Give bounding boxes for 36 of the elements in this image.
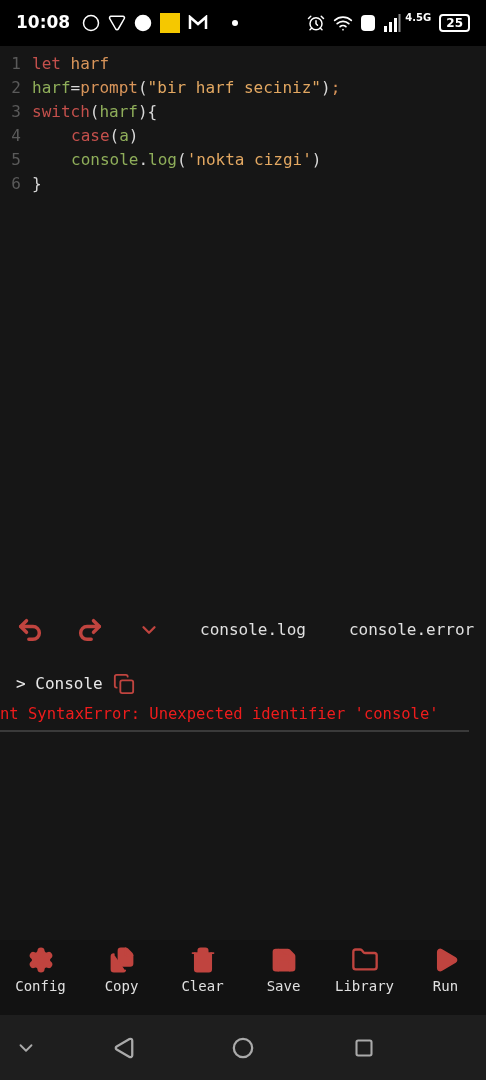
- code-line: let harf: [32, 53, 110, 75]
- undo-icon[interactable]: [16, 616, 44, 644]
- redo-icon[interactable]: [76, 616, 104, 644]
- snippet-button[interactable]: console.log: [200, 618, 306, 642]
- toolbar-button[interactable]: Library: [324, 946, 405, 997]
- code-line: }: [32, 173, 42, 195]
- back-icon[interactable]: [113, 1036, 135, 1059]
- signal-icon: [383, 14, 402, 32]
- line-number: 2: [10, 77, 22, 99]
- error-message: nt SyntaxError: Unexpected identifier 'console': [0, 705, 439, 723]
- toolbar-button[interactable]: Copy: [81, 946, 162, 997]
- line-number: 1: [10, 53, 22, 75]
- code-line: console.log('nokta cizgi'): [70, 149, 322, 171]
- toolbar-button[interactable]: Config: [0, 946, 81, 997]
- network-type: 4.5G: [405, 10, 432, 25]
- toolbar-button[interactable]: Run: [405, 946, 486, 997]
- copy-icon[interactable]: [112, 673, 135, 695]
- console-title: > Console: [16, 673, 103, 695]
- line-number: 3: [10, 101, 22, 123]
- line-number: 4: [10, 125, 22, 147]
- code-line: case(a): [70, 125, 139, 147]
- home-icon[interactable]: [232, 1036, 254, 1059]
- clock-time: 10:08: [16, 11, 71, 35]
- recents-icon[interactable]: [354, 1037, 374, 1058]
- battery-level: 25: [439, 14, 470, 32]
- line-number: 6: [10, 173, 22, 195]
- folder-icon: [350, 946, 379, 974]
- snippet-button[interactable]: console.error: [348, 618, 475, 642]
- toolbar-button[interactable]: Clear: [162, 946, 243, 997]
- wifi-icon: [333, 13, 354, 33]
- mail-icon: [188, 15, 209, 31]
- code-line: harf=prompt("bir harf seciniz");: [32, 77, 341, 99]
- toolbar-button[interactable]: Save: [243, 946, 324, 997]
- alarm-icon: [307, 14, 326, 32]
- line-number: 5: [10, 149, 22, 171]
- code-line: switch(harf){: [32, 101, 158, 123]
